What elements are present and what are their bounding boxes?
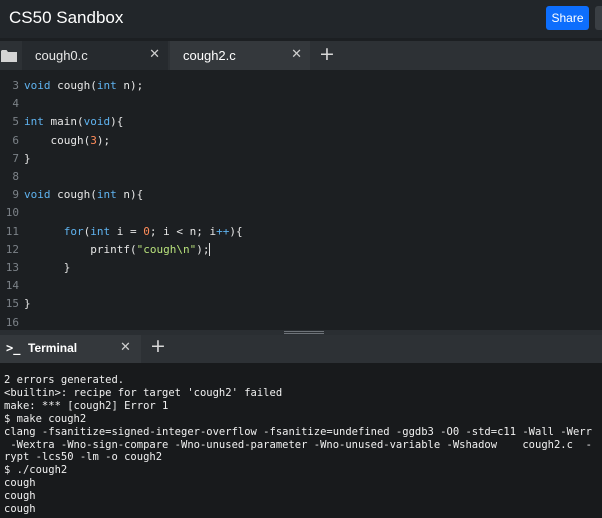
code-line[interactable]: 4 [0,95,602,113]
line-number: 3 [12,79,19,92]
folder-icon [1,50,17,62]
terminal-tab-label: Terminal [28,341,78,355]
code-editor[interactable]: 3 void cough(int n); 4 5 int main(void){ 6 co… [0,70,602,330]
code-text: } [24,151,31,165]
file-browser-button[interactable] [0,41,22,70]
line-number: 15 [5,297,19,311]
code-text: } [24,261,71,274]
code-line[interactable]: 5 int main(void){ [0,113,602,131]
terminal-line: <builtin>: recipe for target 'cough2' fa… [4,386,283,399]
terminal-line: $ ./cough2 [4,464,68,477]
terminal-line: $ make cough2 [4,412,87,425]
tab-label: cough2.c [183,48,236,63]
code-text: for(int i = 0; i < n; i++){ [63,224,243,238]
close-icon[interactable]: ✕ [291,47,302,62]
tab-terminal[interactable]: >_ Terminal ✕ [0,335,141,363]
code-text: cough(3); [24,133,111,147]
code-line[interactable]: 8 [0,168,602,186]
code-line[interactable]: 11 for(int i = 0; i < n; i++){ [0,223,602,241]
code-line[interactable]: 6 cough(3); [0,132,602,150]
code-line[interactable]: 14 [0,277,602,295]
terminal-icon: >_ [6,341,21,355]
terminal-line: clang -fsanitize=signed-integer-overflow… [4,425,592,438]
code-line[interactable]: 7} [0,150,602,168]
line-number: 9 [12,188,19,202]
line-number: 16 [5,315,19,329]
code-line[interactable]: 9 void cough(int n){ [0,186,602,204]
code-text: void cough(int n); [24,79,144,92]
line-number: 7 [12,151,19,165]
terminal-line: cough [4,490,36,503]
code-text: int main(void){ [24,115,124,129]
line-number: 5 [12,115,19,129]
add-tab-button[interactable]: + [319,43,335,65]
code-text: printf("cough\n"); [24,242,211,257]
code-text: void cough(int n){ [24,188,144,202]
line-number: 12 [5,242,19,256]
terminal-line: 2 errors generated. [4,374,125,386]
terminal-line: cough [4,503,36,515]
code-line[interactable]: 16 [0,314,602,332]
share-button[interactable]: Share [546,6,589,30]
code-text: } [24,297,31,311]
code-line[interactable]: 13 } [0,259,602,277]
line-number: 11 [5,224,19,238]
more-button[interactable] [595,6,602,30]
line-number: 8 [12,170,19,183]
line-number: 6 [12,133,19,147]
tab-label: cough0.c [35,48,88,63]
code-line[interactable]: 15} [0,295,602,313]
line-number: 4 [12,97,19,111]
text-cursor [209,243,211,257]
terminal-tab-bar: >_ Terminal ✕ + [0,335,602,363]
terminal-line: -Wextra -Wno-sign-compare -Wno-unused-pa… [4,438,592,451]
code-line[interactable]: 10 [0,204,602,222]
line-number: 14 [5,279,19,293]
top-bar: CS50 Sandbox Share [0,0,602,38]
code-line[interactable]: 3 void cough(int n); [0,77,602,95]
tab-cough0[interactable]: cough0.c ✕ [22,41,168,70]
line-number: 10 [5,206,19,220]
code-line[interactable]: 12 printf("cough\n"); [0,241,602,259]
terminal-line: cough [4,477,36,490]
close-icon[interactable]: ✕ [120,340,131,355]
close-icon[interactable]: ✕ [149,47,160,62]
terminal-output[interactable]: 2 errors generated. <builtin>: recipe for… [0,363,602,518]
editor-tab-bar: cough0.c ✕ cough2.c ✕ + [0,41,602,70]
terminal-line: make: *** [cough2] Error 1 [4,399,169,412]
app-title: CS50 Sandbox [9,8,124,27]
line-number: 13 [5,261,19,274]
terminal-line: rypt -lcs50 -lm -o cough2 [4,451,163,464]
tab-cough2[interactable]: cough2.c ✕ [170,41,310,70]
add-terminal-button[interactable]: + [150,335,166,357]
drag-handle-icon[interactable] [284,331,324,334]
